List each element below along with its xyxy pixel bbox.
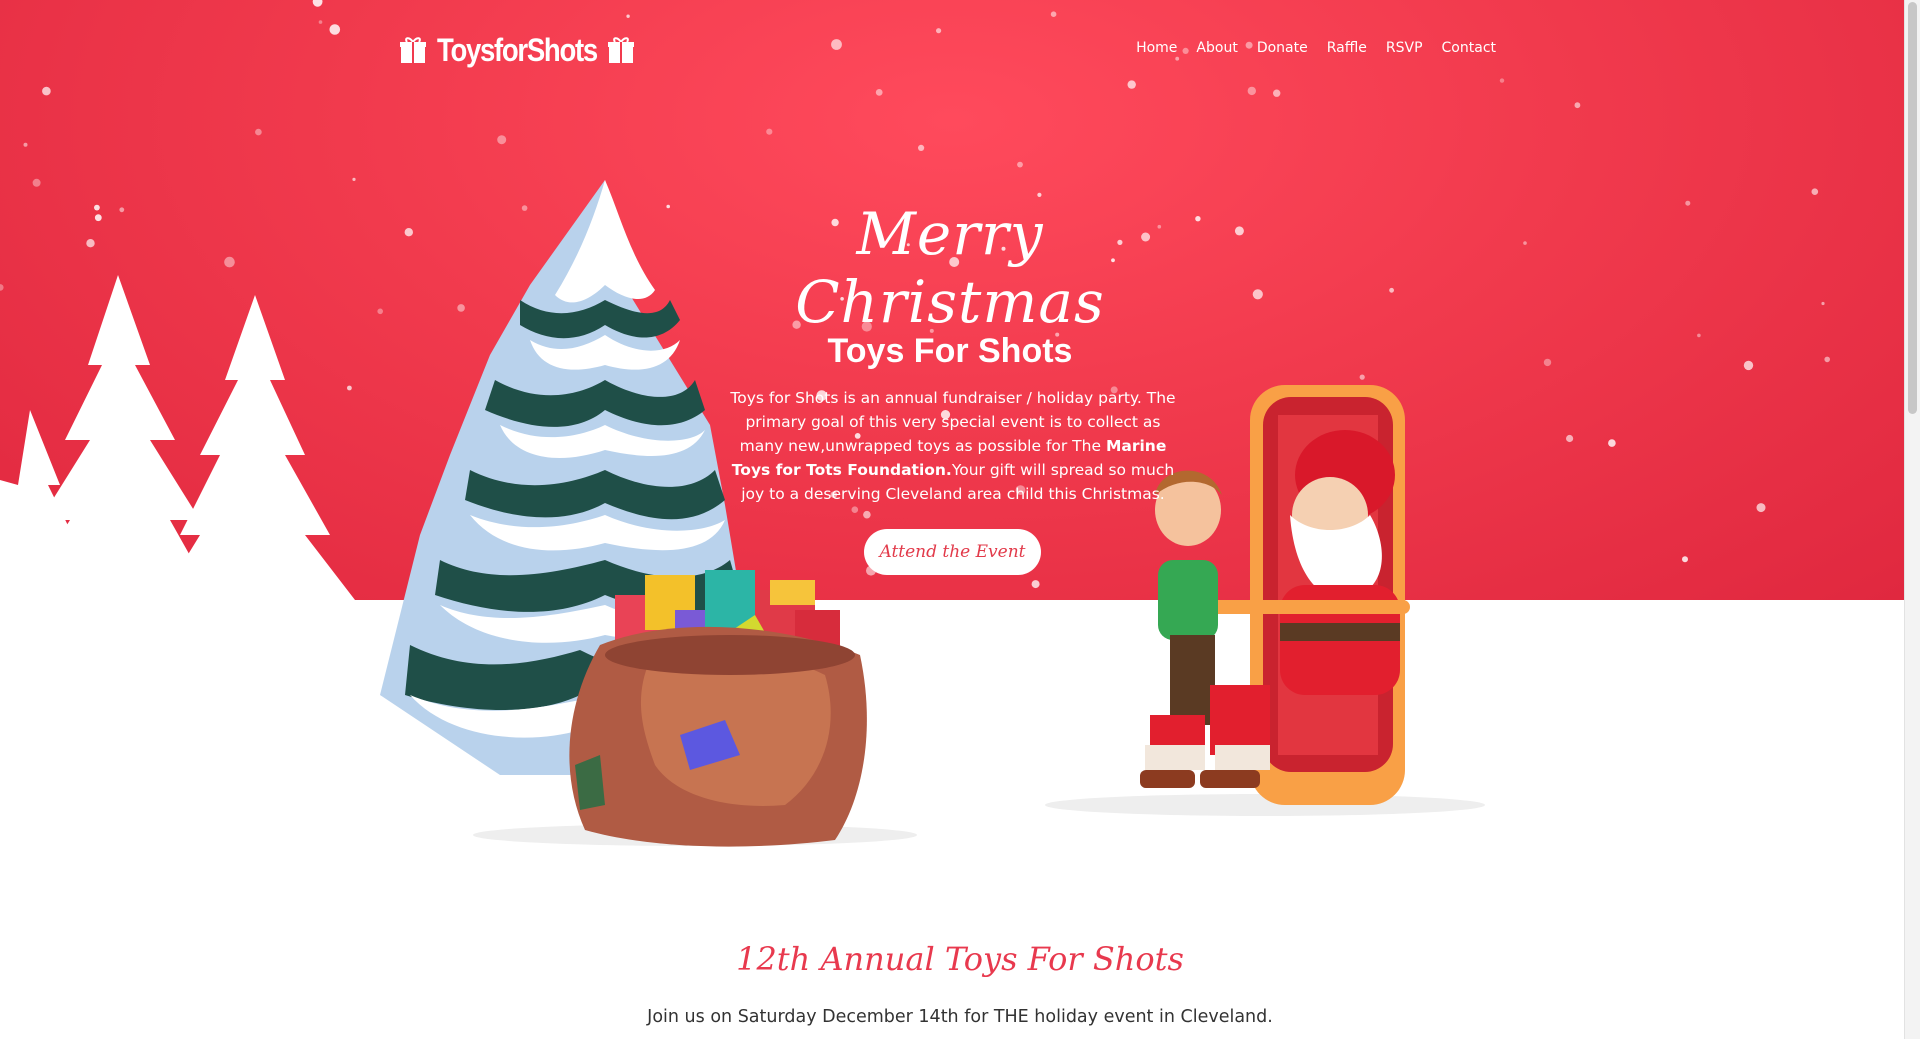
snowflake-dot <box>318 20 323 24</box>
snowflake-dot <box>32 178 41 187</box>
snowflake-dot <box>831 39 842 50</box>
snowflake-dot <box>1574 102 1581 109</box>
snowflake-dot <box>497 135 507 145</box>
snowflake-dot <box>918 144 925 151</box>
scrollbar-thumb[interactable] <box>1908 2 1917 414</box>
snowflake-dot <box>766 128 773 135</box>
snowflake-dot <box>626 14 630 18</box>
nav-raffle[interactable]: Raffle <box>1327 40 1367 56</box>
snowflake-dot <box>1031 580 1040 589</box>
snowflake-dot <box>1566 434 1574 443</box>
nav-rsvp[interactable]: RSVP <box>1386 40 1423 56</box>
snowflake-dot <box>1247 86 1257 96</box>
snowflake-dot <box>329 24 341 35</box>
snowflake-dot <box>1523 241 1527 245</box>
nav-donate[interactable]: Donate <box>1257 40 1308 56</box>
snowflake-dot <box>1756 503 1766 513</box>
snowflake-dot <box>1821 301 1825 306</box>
snowflake-dot <box>1195 216 1201 222</box>
snowflake-dot <box>1050 11 1057 17</box>
snowflake-dot <box>1175 56 1180 61</box>
snowflake-dot <box>1273 89 1281 97</box>
snowflake-dot <box>1017 161 1023 168</box>
snowflake-dot <box>1682 556 1688 563</box>
gift-icon <box>400 37 426 63</box>
pine-silhouettes-decoration <box>0 275 355 600</box>
hero-description: Toys for Shots is an annual fundraiser /… <box>728 386 1178 506</box>
snowflake-dot <box>875 89 883 96</box>
snowflake-dot <box>1608 439 1616 447</box>
snowflake-dot <box>1359 374 1365 380</box>
brand-name: ToysforShots <box>437 31 598 68</box>
snowflake-dot <box>224 256 235 268</box>
snowflake-dot <box>94 214 102 222</box>
snowflake-dot <box>1685 200 1691 206</box>
attend-event-button[interactable]: Attend the Event <box>864 529 1041 575</box>
annual-event-heading: 12th Annual Toys For Shots <box>736 940 1184 978</box>
page-scrollbar[interactable] <box>1904 0 1920 1039</box>
snowflake-dot <box>1811 188 1819 195</box>
snowflake-dot <box>936 28 942 34</box>
brand-logo[interactable]: ToysforShots <box>400 30 634 70</box>
nav-contact[interactable]: Contact <box>1442 40 1496 56</box>
snowflake-dot <box>1037 192 1042 197</box>
snowflake-dot <box>119 207 125 213</box>
snowflake-dot <box>851 506 859 513</box>
snowflake-dot <box>1127 80 1136 89</box>
annual-event-subtitle: Join us on Saturday December 14th for TH… <box>647 1007 1273 1027</box>
snowflake-dot <box>255 128 262 136</box>
hero-script-heading: Merry Christmas <box>795 200 1105 336</box>
snowflake-dot <box>863 510 871 519</box>
snowflake-dot <box>94 204 100 211</box>
snowflake-dot <box>1697 333 1701 338</box>
nav-home[interactable]: Home <box>1136 40 1177 56</box>
snowflake-dot <box>1824 356 1830 363</box>
gift-sack-illustration <box>569 570 867 847</box>
snowflake-dot <box>1252 289 1263 300</box>
snowflake-dot <box>1234 226 1244 236</box>
gift-icon <box>607 37 634 63</box>
snowflake-dot <box>312 0 323 7</box>
hero-title: Toys For Shots <box>827 332 1073 370</box>
nav-about[interactable]: About <box>1196 40 1237 56</box>
snowflake-dot <box>352 177 356 181</box>
snowflake-dot <box>23 142 28 147</box>
snowflake-dot <box>1389 287 1394 293</box>
snowflake-dot <box>86 239 95 248</box>
snowflake-dot <box>1743 360 1754 371</box>
snowflake-dot <box>42 86 51 96</box>
snowflake-dot <box>1499 78 1505 83</box>
snowflake-dot <box>1543 358 1552 367</box>
main-nav: Home About Donate Raffle RSVP Contact <box>1136 40 1496 56</box>
